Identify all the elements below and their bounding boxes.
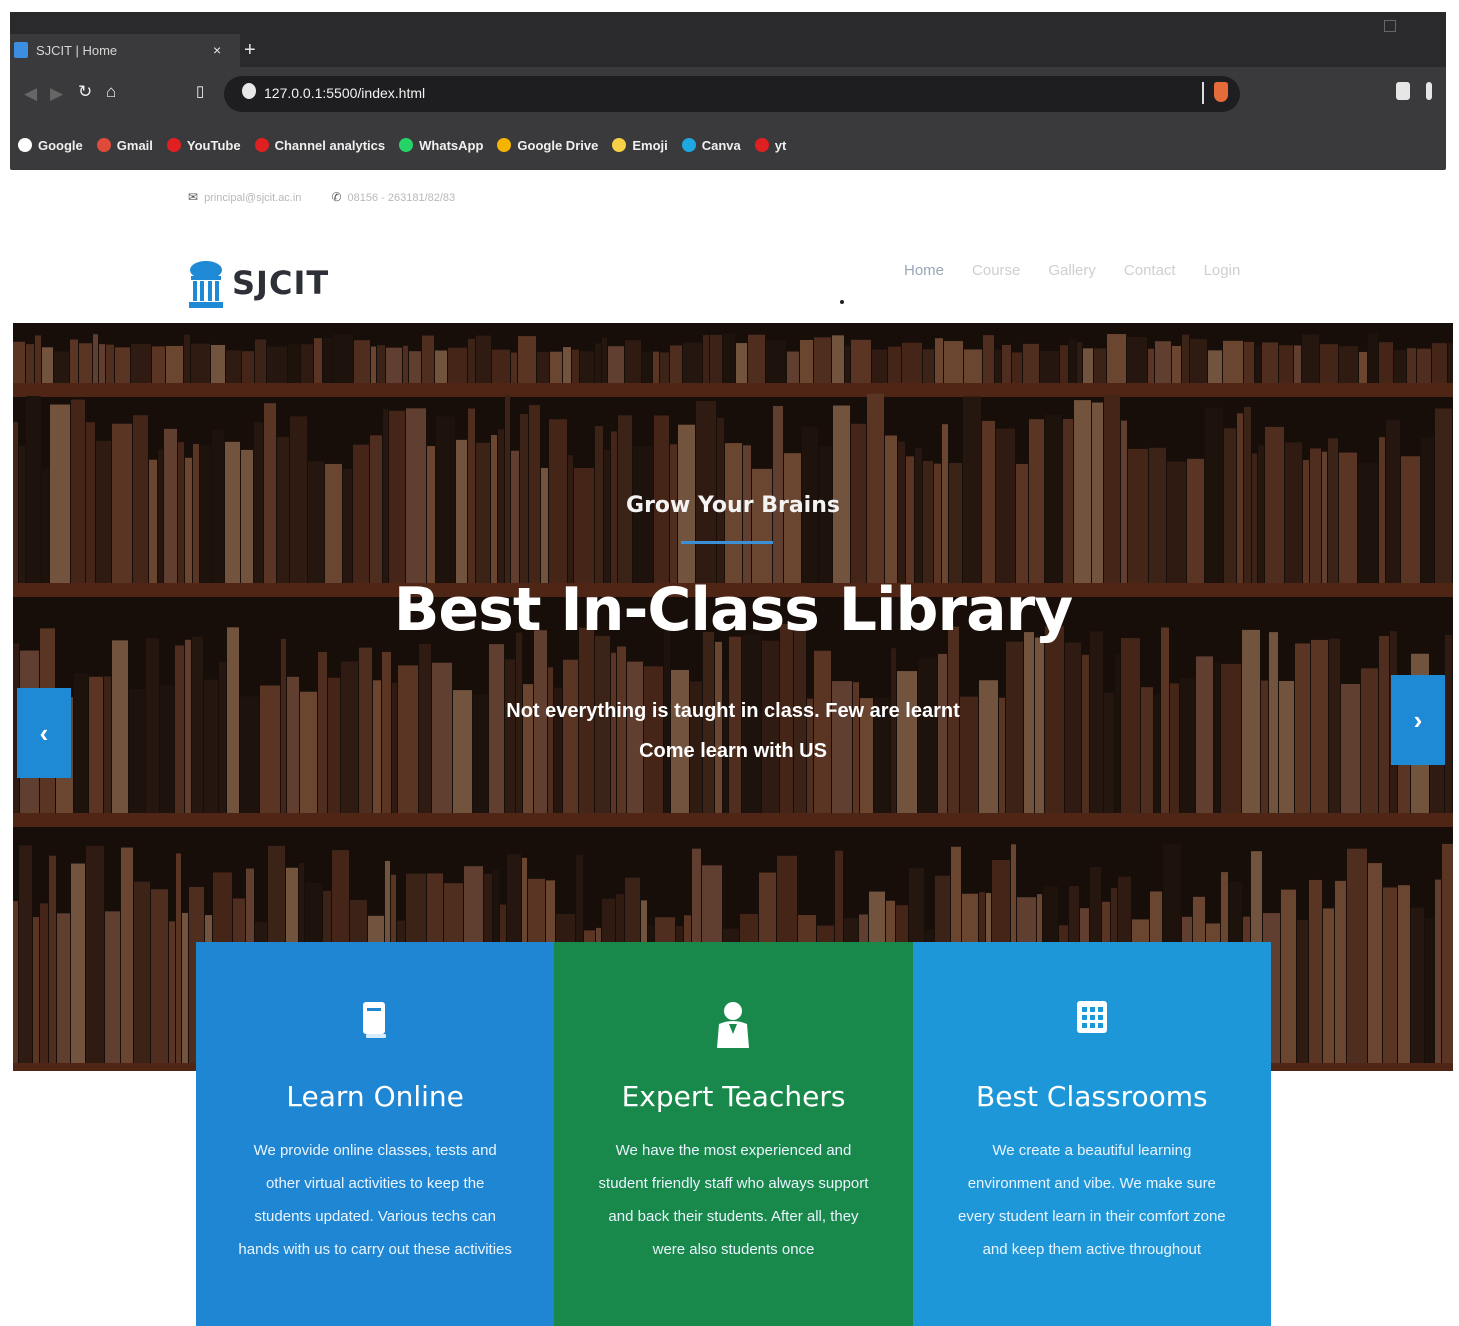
back-icon[interactable]: ◀ — [24, 84, 37, 104]
bookmark-label: YouTube — [186, 137, 241, 153]
bookmark-label: Google — [38, 137, 83, 153]
bookmark-favicon-icon — [754, 138, 769, 152]
card-text: We create a beautiful learning environme… — [958, 1142, 1226, 1258]
logo-text: SJCIT — [232, 264, 330, 302]
home-icon[interactable]: ⌂ — [106, 82, 116, 102]
institution-icon — [189, 261, 223, 308]
card-title: Learn Online — [286, 1080, 464, 1113]
maximize-icon[interactable] — [1384, 20, 1396, 32]
address-divider — [1202, 82, 1204, 104]
tab-title: SJCIT | Home — [36, 43, 118, 58]
mail-icon: ✉ — [188, 190, 199, 204]
hero-subtitle: Grow Your Brains — [626, 493, 840, 518]
card-text: We have the most experienced and student… — [598, 1142, 869, 1258]
nav-home[interactable]: Home — [904, 262, 944, 279]
bookmark-item[interactable]: WhatsApp — [399, 138, 483, 153]
hero-description: Not everything is taught in class. Few a… — [13, 691, 1453, 771]
card-text: We provide online classes, tests and oth… — [238, 1142, 512, 1258]
bookmark-label: Canva — [701, 137, 741, 153]
bookmark-favicon-icon — [612, 138, 627, 152]
card-best-classrooms: Best Classrooms We create a beautiful le… — [912, 942, 1271, 1326]
menu-icon[interactable] — [1426, 82, 1432, 100]
bookmark-item[interactable]: yt — [754, 137, 787, 153]
hero-desc-line-2: Come learn with US — [639, 740, 827, 762]
card-title: Best Classrooms — [976, 1080, 1208, 1113]
bookmark-favicon-icon — [96, 138, 111, 152]
teacher-icon — [717, 1002, 750, 1048]
phone-contact[interactable]: ✆ 08156 - 263181/82/83 — [331, 190, 455, 204]
bookmark-item[interactable]: Emoji — [612, 137, 668, 153]
extensions-icon[interactable] — [1396, 82, 1410, 100]
browser-tab[interactable]: SJCIT | Home × — [10, 34, 240, 67]
nav-login[interactable]: Login — [1204, 262, 1241, 279]
bookmark-page-icon[interactable]: ▯ — [196, 82, 204, 100]
card-expert-teachers: Expert Teachers We have the most experie… — [554, 942, 913, 1326]
grid-icon — [1076, 1001, 1107, 1033]
bookmark-item[interactable]: Google — [18, 138, 83, 153]
nav-course[interactable]: Course — [972, 262, 1020, 279]
book-icon — [363, 1002, 387, 1038]
bookmark-label: Emoji — [632, 137, 668, 153]
bookmark-favicon-icon — [681, 138, 696, 152]
bookmark-item[interactable]: Channel analytics — [254, 137, 386, 153]
email-contact[interactable]: ✉ principal@sjcit.ac.in — [188, 190, 301, 204]
bookmark-favicon-icon — [18, 138, 32, 152]
bookmarks-bar: Google Gmail YouTube Channel analytics Whats… — [18, 130, 786, 160]
bookmark-label: Google Drive — [517, 137, 599, 153]
browser-window: SJCIT | Home × + ◀ ▶ ↻ ⌂ ▯ 127.0.0.1:550… — [10, 12, 1446, 170]
tab-bar: SJCIT | Home × + — [10, 12, 1446, 67]
forward-icon[interactable]: ▶ — [50, 84, 63, 104]
card-learn-online: Learn Online We provide online classes, … — [196, 942, 555, 1326]
bookmark-item[interactable]: YouTube — [166, 137, 241, 153]
carousel-next-button[interactable]: › — [1391, 675, 1445, 765]
carousel-prev-button[interactable]: ‹ — [17, 688, 71, 778]
tab-close-icon[interactable]: × — [213, 34, 221, 67]
card-title: Expert Teachers — [621, 1080, 846, 1113]
url-text[interactable]: 127.0.0.1:5500/index.html — [264, 85, 425, 101]
bookmark-label: yt — [774, 137, 787, 153]
feature-cards: Learn Online We provide online classes, … — [196, 942, 1271, 1326]
bookmark-favicon-icon — [254, 138, 269, 152]
nav-gallery[interactable]: Gallery — [1048, 262, 1096, 279]
hero-title: Best In-Class Library — [393, 575, 1074, 645]
bookmark-label: Gmail — [116, 137, 153, 153]
phone-text: 08156 - 263181/82/83 — [347, 192, 456, 204]
contact-topbar: ✉ principal@sjcit.ac.in ✆ 08156 - 263181/8… — [188, 190, 455, 204]
site-logo[interactable]: SJCIT — [188, 258, 329, 308]
new-tab-button[interactable]: + — [244, 34, 256, 67]
main-nav: Home Course Gallery Contact Login — [904, 262, 1240, 279]
hero-desc-line-1: Not everything is taught in class. Few a… — [506, 700, 960, 722]
bookmark-favicon-icon — [166, 138, 181, 152]
bookmark-label: Channel analytics — [274, 137, 386, 153]
bookmark-label: WhatsApp — [419, 137, 484, 153]
bookmark-item[interactable]: Canva — [681, 137, 741, 153]
favicon-icon — [14, 42, 28, 58]
brave-shield-icon[interactable] — [1214, 82, 1228, 102]
reload-icon[interactable]: ↻ — [78, 82, 92, 102]
bookmark-favicon-icon — [399, 138, 414, 152]
bookmark-favicon-icon — [497, 138, 512, 152]
site-info-icon[interactable] — [242, 83, 256, 99]
email-text: principal@sjcit.ac.in — [204, 192, 302, 204]
hero-divider — [681, 541, 773, 544]
address-bar[interactable]: 127.0.0.1:5500/index.html — [224, 76, 1240, 112]
phone-icon: ✆ — [331, 190, 342, 204]
bookmark-item[interactable]: Google Drive — [497, 138, 598, 153]
nav-contact[interactable]: Contact — [1124, 262, 1176, 279]
cursor-dot — [840, 300, 844, 304]
bookmark-item[interactable]: Gmail — [96, 137, 153, 153]
